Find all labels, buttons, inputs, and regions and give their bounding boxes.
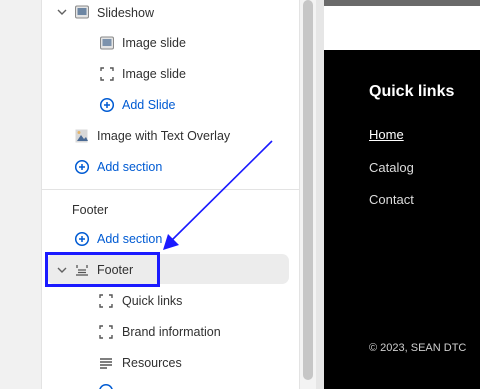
block-image-slide-1[interactable]: Image slide <box>122 30 186 56</box>
block-quick-links[interactable]: Quick links <box>122 288 182 314</box>
slideshow-icon <box>75 5 89 19</box>
add-section-button[interactable]: Add section <box>97 154 162 180</box>
add-slide-button[interactable]: Add Slide <box>122 92 176 118</box>
footer-layout-icon <box>76 265 88 276</box>
scrollbar-thumb[interactable] <box>303 0 313 380</box>
section-slideshow[interactable]: Slideshow <box>97 0 154 26</box>
chevron-down-icon[interactable] <box>56 6 68 18</box>
footer-label: Footer <box>97 263 134 277</box>
block-resources[interactable]: Resources <box>122 350 182 376</box>
preview-link-contact[interactable]: Contact <box>369 192 414 207</box>
block-dashed-icon <box>99 325 113 339</box>
footer-add-section-button[interactable]: Add section <box>97 226 162 252</box>
storefront-preview: Quick links Home Catalog Contact © 2023,… <box>324 0 480 389</box>
plus-circle-icon <box>74 159 90 175</box>
sidebar-scrollbar[interactable] <box>300 0 316 389</box>
plus-circle-icon <box>74 231 90 247</box>
footer-group-heading: Footer <box>72 203 109 217</box>
preview-link-catalog[interactable]: Catalog <box>369 160 414 175</box>
plus-circle-icon <box>99 383 113 389</box>
block-dashed-icon <box>100 67 114 81</box>
block-image-slide-2[interactable]: Image slide <box>122 61 186 87</box>
preview-link-home[interactable]: Home <box>369 127 404 142</box>
section-image-with-text-overlay[interactable]: Image with Text Overlay <box>97 123 230 149</box>
image-icon <box>100 36 114 50</box>
chevron-down-icon[interactable] <box>56 264 68 276</box>
image-text-overlay-icon <box>75 129 88 143</box>
text-lines-icon <box>100 358 112 369</box>
group-divider <box>42 189 300 190</box>
plus-circle-icon <box>99 97 115 113</box>
preview-quick-links-heading: Quick links <box>369 83 455 100</box>
left-gutter <box>0 0 42 389</box>
preview-white-band <box>324 6 480 50</box>
preview-gutter <box>316 0 324 389</box>
preview-copyright: © 2023, SEAN DTC <box>369 342 467 354</box>
block-brand-information[interactable]: Brand information <box>122 319 221 345</box>
block-dashed-icon <box>99 294 113 308</box>
